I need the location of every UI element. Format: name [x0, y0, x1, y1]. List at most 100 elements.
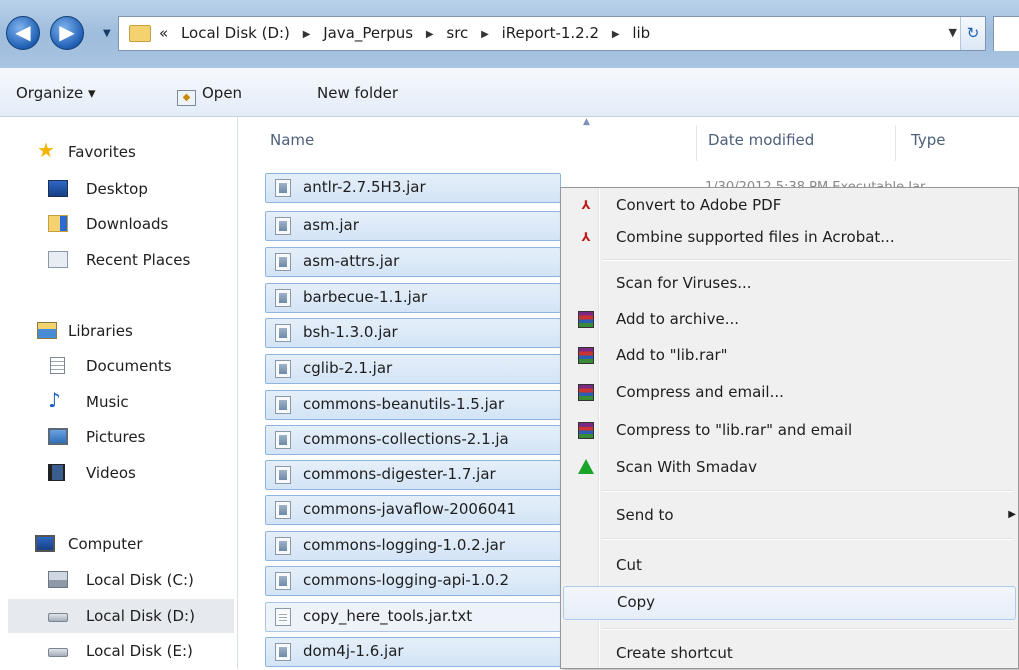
nav-videos[interactable]: Videos — [0, 458, 237, 488]
adobe-pdf-icon: ⅄ — [581, 198, 591, 212]
breadcrumb-separator-icon[interactable]: ▶ — [481, 29, 489, 40]
breadcrumb-separator-icon[interactable]: ▶ — [612, 29, 620, 40]
jar-file-icon — [275, 501, 291, 519]
jar-file-icon — [275, 289, 291, 307]
file-row[interactable]: commons-logging-1.0.2.jar — [265, 531, 561, 561]
nav-recent-places[interactable]: Recent Places — [0, 245, 237, 275]
column-date-modified[interactable]: Date modified — [708, 131, 814, 149]
address-bar[interactable]: « Local Disk (D:) ▶ Java_Perpus ▶ src ▶ … — [118, 16, 986, 51]
menu-item-cut[interactable]: Cut — [563, 550, 1016, 582]
menu-item-compress-email[interactable]: Compress and email... — [563, 377, 1016, 409]
menu-item-add-lib-rar[interactable]: Add to "lib.rar" — [563, 340, 1016, 372]
menu-label: Convert to Adobe PDF — [616, 196, 782, 214]
file-row[interactable]: barbecue-1.1.jar — [265, 283, 561, 313]
file-name: bsh-1.3.0.jar — [303, 323, 398, 341]
recent-pages-dropdown-icon[interactable]: ▼ — [103, 28, 111, 39]
menu-item-copy[interactable]: Copy — [563, 586, 1016, 620]
nav-documents[interactable]: Documents — [0, 351, 237, 381]
menu-label: Create shortcut — [616, 644, 733, 662]
nav-local-disk-d[interactable]: Local Disk (D:) — [8, 599, 234, 633]
nav-label: Libraries — [68, 322, 133, 340]
folder-icon — [129, 25, 151, 42]
nav-computer[interactable]: Computer — [0, 529, 237, 559]
nav-label: Music — [86, 393, 129, 411]
star-icon: ★ — [37, 138, 55, 162]
nav-local-disk-c[interactable]: Local Disk (C:) — [0, 565, 237, 595]
breadcrumb-lib[interactable]: lib — [632, 24, 650, 42]
nav-libraries[interactable]: Libraries — [0, 316, 237, 346]
music-icon: ♪ — [48, 388, 61, 412]
file-row[interactable]: asm.jar — [265, 211, 561, 241]
breadcrumb-local-disk-d[interactable]: Local Disk (D:) — [181, 24, 290, 42]
refresh-icon[interactable]: ↻ — [960, 17, 985, 50]
pictures-icon — [48, 428, 68, 445]
file-row[interactable]: asm-attrs.jar — [265, 247, 561, 277]
file-name: asm-attrs.jar — [303, 252, 400, 270]
nav-label: Favorites — [68, 143, 136, 161]
back-button[interactable]: ◀ — [6, 16, 40, 50]
organize-button[interactable]: Organize ▾ — [16, 84, 96, 102]
search-input[interactable] — [993, 16, 1019, 51]
file-row[interactable]: commons-digester-1.7.jar — [265, 460, 561, 490]
column-type[interactable]: Type — [911, 131, 945, 149]
nav-music[interactable]: ♪ Music — [0, 387, 237, 417]
menu-item-scan-viruses[interactable]: Scan for Viruses... — [563, 268, 1016, 300]
breadcrumb-overflow[interactable]: « — [159, 24, 168, 42]
nav-local-disk-e[interactable]: Local Disk (E:) — [0, 636, 237, 666]
forward-button[interactable]: ▶ — [50, 16, 84, 50]
column-divider[interactable] — [696, 125, 697, 161]
nav-desktop[interactable]: Desktop — [0, 174, 237, 204]
breadcrumb-java-perpus[interactable]: Java_Perpus — [323, 24, 413, 42]
smadav-icon — [578, 459, 594, 474]
nav-label: Computer — [68, 535, 143, 553]
file-name: antlr-2.7.5H3.jar — [303, 178, 426, 196]
file-name: copy_here_tools.jar.txt — [303, 607, 473, 625]
open-button[interactable]: ◆ Open — [177, 84, 242, 106]
sort-ascending-icon: ▲ — [583, 117, 590, 127]
menu-separator — [602, 490, 1012, 492]
jar-file-icon — [275, 431, 291, 449]
file-row[interactable]: commons-beanutils-1.5.jar — [265, 390, 561, 420]
column-headers: ▲ Name Date modified Type — [238, 117, 1019, 165]
menu-item-convert-pdf[interactable]: ⅄ Convert to Adobe PDF — [563, 190, 1016, 222]
file-row[interactable]: dom4j-1.6.jar — [265, 637, 561, 667]
breadcrumb-separator-icon[interactable]: ▶ — [426, 29, 434, 40]
column-divider[interactable] — [895, 125, 896, 161]
jar-file-icon — [275, 217, 291, 235]
file-row[interactable]: commons-javaflow-2006041 — [265, 495, 561, 525]
file-row[interactable]: bsh-1.3.0.jar — [265, 318, 561, 348]
menu-label: Add to "lib.rar" — [616, 346, 728, 364]
address-dropdown-icon[interactable]: ▼ — [949, 26, 957, 39]
nav-pictures[interactable]: Pictures — [0, 422, 237, 452]
menu-item-create-shortcut[interactable]: Create shortcut — [563, 638, 1016, 670]
jar-file-icon — [275, 324, 291, 342]
drive-icon — [48, 613, 68, 622]
breadcrumb: « Local Disk (D:) ▶ Java_Perpus ▶ src ▶ … — [159, 24, 658, 42]
winrar-icon — [578, 347, 594, 364]
breadcrumb-separator-icon[interactable]: ▶ — [303, 29, 311, 40]
menu-item-scan-smadav[interactable]: Scan With Smadav — [563, 452, 1016, 484]
menu-label: Copy — [617, 593, 656, 611]
menu-item-combine-acrobat[interactable]: ⅄ Combine supported files in Acrobat... — [563, 222, 1016, 254]
new-folder-button[interactable]: New folder — [317, 84, 398, 102]
videos-icon — [48, 464, 65, 481]
breadcrumb-ireport[interactable]: iReport-1.2.2 — [502, 24, 599, 42]
column-name[interactable]: Name — [270, 131, 314, 149]
nav-downloads[interactable]: Downloads — [0, 209, 237, 239]
menu-item-add-archive[interactable]: Add to archive... — [563, 304, 1016, 336]
file-row[interactable]: copy_here_tools.jar.txt — [265, 602, 561, 632]
context-menu: ⅄ Convert to Adobe PDF ⅄ Combine support… — [560, 187, 1019, 669]
menu-label: Combine supported files in Acrobat... — [616, 228, 895, 246]
file-row[interactable]: commons-collections-2.1.ja — [265, 425, 561, 455]
nav-label: Local Disk (D:) — [86, 607, 195, 625]
file-row[interactable]: antlr-2.7.5H3.jar — [265, 173, 561, 203]
winrar-icon — [578, 422, 594, 439]
menu-label: Scan for Viruses... — [616, 274, 752, 292]
breadcrumb-src[interactable]: src — [446, 24, 468, 42]
menu-item-send-to[interactable]: Send to ▶ — [563, 500, 1016, 532]
menu-item-compress-lib-email[interactable]: Compress to "lib.rar" and email — [563, 415, 1016, 447]
file-row[interactable]: cglib-2.1.jar — [265, 354, 561, 384]
file-row[interactable]: commons-logging-api-1.0.2 — [265, 566, 561, 596]
nav-favorites[interactable]: ★ Favorites — [0, 137, 237, 167]
computer-icon — [35, 535, 55, 552]
